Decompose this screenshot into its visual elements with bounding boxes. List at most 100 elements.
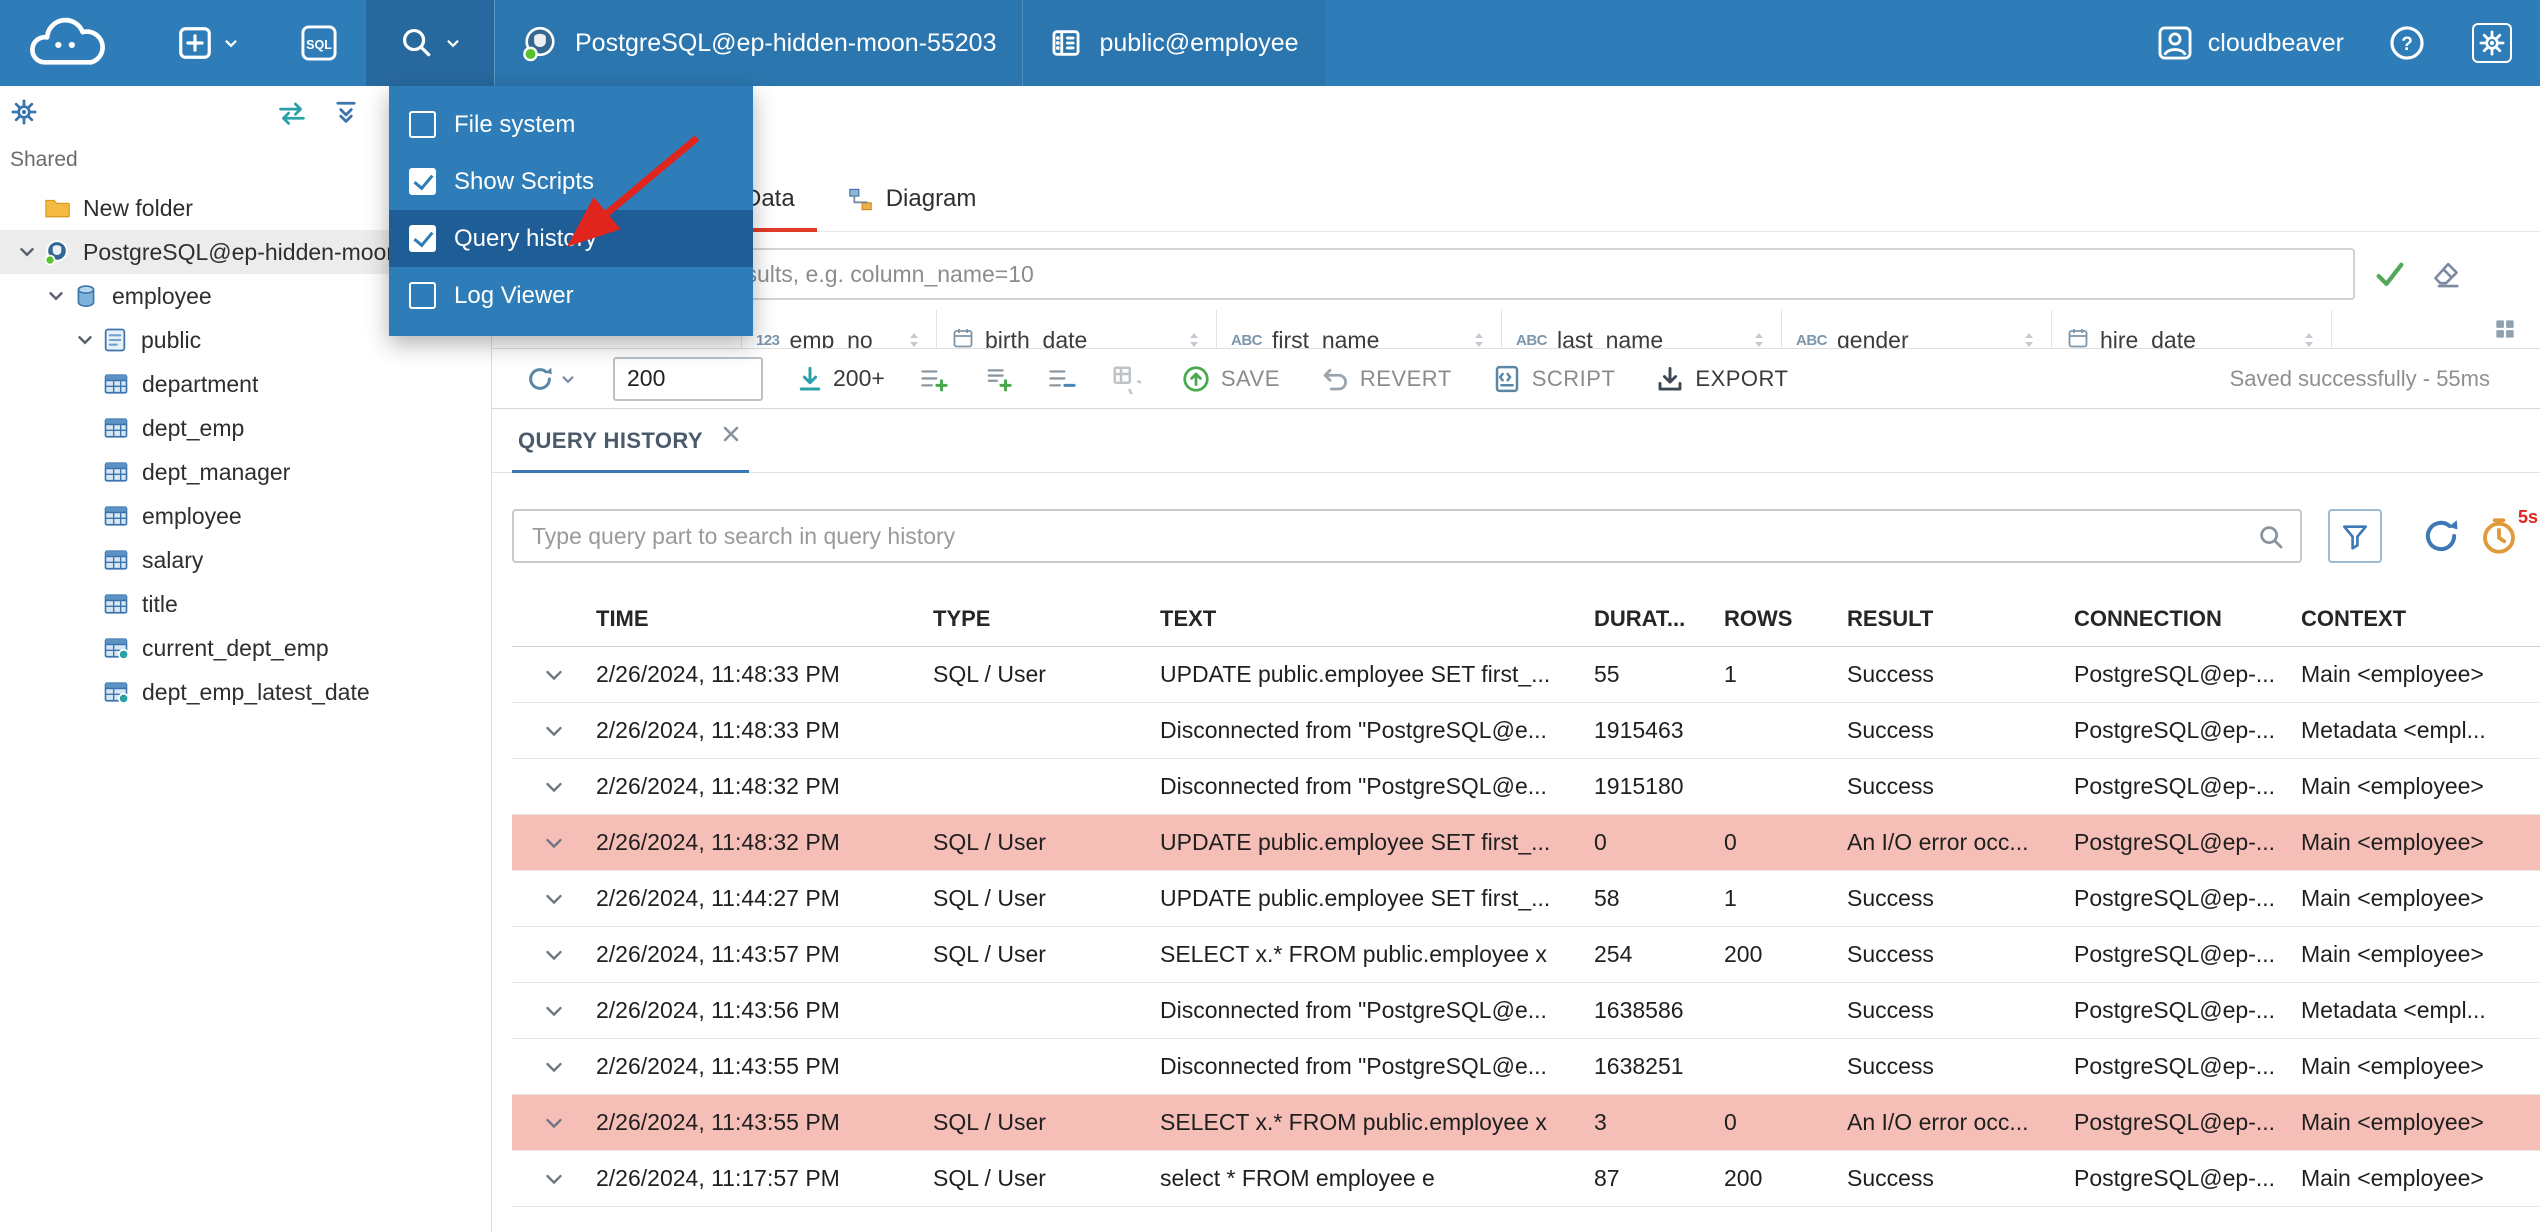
filter-expression-input[interactable] bbox=[514, 260, 2353, 288]
connection-selector[interactable]: PostgreSQL@ep-hidden-moon-55203 bbox=[494, 0, 1023, 86]
help-button[interactable]: ? bbox=[2388, 24, 2426, 62]
column-header-text[interactable]: TEXT bbox=[1160, 606, 1594, 632]
sort-arrows-icon[interactable] bbox=[1186, 327, 1202, 348]
row-expand-chevron-icon[interactable] bbox=[541, 942, 567, 968]
column-header-connection[interactable]: CONNECTION bbox=[2074, 606, 2301, 632]
checkbox-icon[interactable] bbox=[409, 168, 436, 195]
column-header-context[interactable]: CONTEXT bbox=[2301, 606, 2540, 632]
tree-item-current-dept-emp[interactable]: current_dept_emp bbox=[0, 626, 491, 670]
grid-column-first-name[interactable]: ABC first_name bbox=[1217, 310, 1502, 348]
chevron-down-icon[interactable] bbox=[71, 329, 99, 351]
cloudbeaver-logo-icon[interactable] bbox=[18, 14, 118, 72]
tree-item-department[interactable]: department bbox=[0, 362, 491, 406]
tab-diagram[interactable]: Diagram bbox=[821, 185, 1003, 231]
fetch-more-button[interactable]: 200+ bbox=[795, 364, 885, 394]
row-expand-chevron-icon[interactable] bbox=[541, 1110, 567, 1136]
script-button[interactable]: SCRIPT bbox=[1492, 364, 1616, 394]
column-header-time[interactable]: TIME bbox=[596, 606, 933, 632]
grid-column-birth-date[interactable]: birth_date bbox=[937, 310, 1217, 348]
grid-column-last-name[interactable]: ABC last_name bbox=[1502, 310, 1782, 348]
tree-item-dept-emp[interactable]: dept_emp bbox=[0, 406, 491, 450]
chevron-down-icon bbox=[444, 34, 462, 52]
row-expand-chevron-icon[interactable] bbox=[541, 774, 567, 800]
history-row[interactable]: 2/26/2024, 11:43:56 PM Disconnected from … bbox=[512, 983, 2540, 1039]
grid-column-hire-date[interactable]: hire_date bbox=[2052, 310, 2332, 348]
tools-menu-button[interactable] bbox=[366, 0, 494, 86]
sort-arrows-icon[interactable] bbox=[1471, 327, 1487, 348]
history-row[interactable]: 2/26/2024, 11:48:33 PM SQL / User UPDATE p… bbox=[512, 647, 2540, 703]
refresh-grid-button-disabled[interactable] bbox=[1111, 364, 1141, 394]
sort-arrows-icon[interactable] bbox=[1751, 327, 1767, 348]
tree-item-employee[interactable]: employee bbox=[0, 494, 491, 538]
history-row[interactable]: 2/26/2024, 11:43:55 PM Disconnected from … bbox=[512, 1039, 2540, 1095]
user-menu[interactable]: cloudbeaver bbox=[2156, 24, 2344, 62]
history-refresh-button[interactable] bbox=[2420, 515, 2462, 557]
history-row[interactable]: 2/26/2024, 11:48:32 PM Disconnected from … bbox=[512, 759, 2540, 815]
script-icon bbox=[1492, 364, 1522, 394]
grid-settings-icon[interactable] bbox=[2492, 316, 2518, 342]
fetch-size-input[interactable] bbox=[613, 356, 763, 401]
tree-item-title[interactable]: title bbox=[0, 582, 491, 626]
sql-editor-button[interactable]: SQL bbox=[300, 24, 338, 62]
tree-item-dept-emp-latest-date[interactable]: dept_emp_latest_date bbox=[0, 670, 491, 714]
duplicate-row-button[interactable] bbox=[983, 364, 1013, 394]
chevron-down-icon[interactable] bbox=[13, 241, 41, 263]
settings-button[interactable] bbox=[2472, 23, 2512, 63]
row-expand-chevron-icon[interactable] bbox=[541, 1166, 567, 1192]
checkbox-icon[interactable] bbox=[409, 111, 436, 138]
sort-arrows-icon[interactable] bbox=[2021, 327, 2037, 348]
menu-item-log-viewer[interactable]: Log Viewer bbox=[389, 267, 753, 324]
history-row[interactable]: 2/26/2024, 11:43:57 PM SQL / User SELECT x… bbox=[512, 927, 2540, 983]
row-expand-chevron-icon[interactable] bbox=[541, 1054, 567, 1080]
sidebar-settings-gear-icon[interactable] bbox=[10, 98, 38, 126]
column-header-result[interactable]: RESULT bbox=[1847, 606, 2074, 632]
row-expand-chevron-icon[interactable] bbox=[541, 886, 567, 912]
cell-result: Success bbox=[1847, 661, 1934, 687]
add-row-button[interactable] bbox=[919, 364, 949, 394]
auto-refresh-timer-button[interactable]: 5s bbox=[2478, 507, 2538, 557]
save-button[interactable]: SAVE bbox=[1181, 364, 1280, 394]
tree-item-salary[interactable]: salary bbox=[0, 538, 491, 582]
refresh-data-button[interactable] bbox=[525, 364, 577, 394]
history-filter-button[interactable] bbox=[2328, 509, 2382, 563]
grid-column-gender[interactable]: ABC gender bbox=[1782, 310, 2052, 348]
clear-filter-eraser-icon[interactable] bbox=[2429, 257, 2463, 291]
new-connection-button[interactable] bbox=[176, 24, 240, 62]
history-row[interactable]: 2/26/2024, 11:44:27 PM SQL / User UPDATE p… bbox=[512, 871, 2540, 927]
checkbox-icon[interactable] bbox=[409, 225, 436, 252]
chevron-down-icon[interactable] bbox=[42, 285, 70, 307]
sort-arrows-icon[interactable] bbox=[2301, 327, 2317, 348]
collapse-all-icon[interactable] bbox=[332, 98, 360, 126]
cell-text: Disconnected from "PostgreSQL@e... bbox=[1160, 1053, 1547, 1079]
sync-arrows-icon[interactable] bbox=[276, 100, 308, 126]
query-history-tab[interactable]: QUERY HISTORY bbox=[512, 409, 749, 473]
row-expand-chevron-icon[interactable] bbox=[541, 662, 567, 688]
table-icon bbox=[102, 590, 130, 618]
cell-time: 2/26/2024, 11:43:56 PM bbox=[596, 997, 840, 1023]
row-expand-chevron-icon[interactable] bbox=[541, 830, 567, 856]
revert-button[interactable]: REVERT bbox=[1320, 364, 1452, 394]
history-search-input[interactable] bbox=[514, 522, 2300, 550]
sort-arrows-icon[interactable] bbox=[906, 327, 922, 348]
column-header-durat[interactable]: DURAT... bbox=[1594, 606, 1724, 632]
checkbox-icon[interactable] bbox=[409, 282, 436, 309]
row-expand-chevron-icon[interactable] bbox=[541, 998, 567, 1024]
grid-column-emp-no[interactable]: 123 emp_no bbox=[742, 310, 937, 348]
column-header-rows[interactable]: ROWS bbox=[1724, 606, 1847, 632]
tree-item-dept-manager[interactable]: dept_manager bbox=[0, 450, 491, 494]
column-header-type[interactable]: TYPE bbox=[933, 606, 1160, 632]
delete-row-button[interactable] bbox=[1047, 364, 1077, 394]
apply-filter-check-icon[interactable] bbox=[2373, 257, 2407, 291]
history-row[interactable]: 2/26/2024, 11:43:55 PM SQL / User SELECT x… bbox=[512, 1095, 2540, 1151]
menu-item-file-system[interactable]: File system bbox=[389, 96, 753, 153]
row-expand-chevron-icon[interactable] bbox=[541, 718, 567, 744]
history-row[interactable]: 2/26/2024, 11:48:33 PM Disconnected from … bbox=[512, 703, 2540, 759]
history-row[interactable]: 2/26/2024, 11:17:57 PM SQL / User select *… bbox=[512, 1151, 2540, 1207]
schema-selector[interactable]: public@employee bbox=[1022, 0, 1325, 86]
menu-item-show-scripts[interactable]: Show Scripts bbox=[389, 153, 753, 210]
filter-input-wrap bbox=[512, 248, 2355, 300]
history-row[interactable]: 2/26/2024, 11:48:32 PM SQL / User UPDATE p… bbox=[512, 815, 2540, 871]
menu-item-query-history[interactable]: Query history bbox=[389, 210, 753, 267]
export-button[interactable]: EXPORT bbox=[1655, 364, 1788, 394]
close-icon[interactable] bbox=[719, 422, 743, 446]
